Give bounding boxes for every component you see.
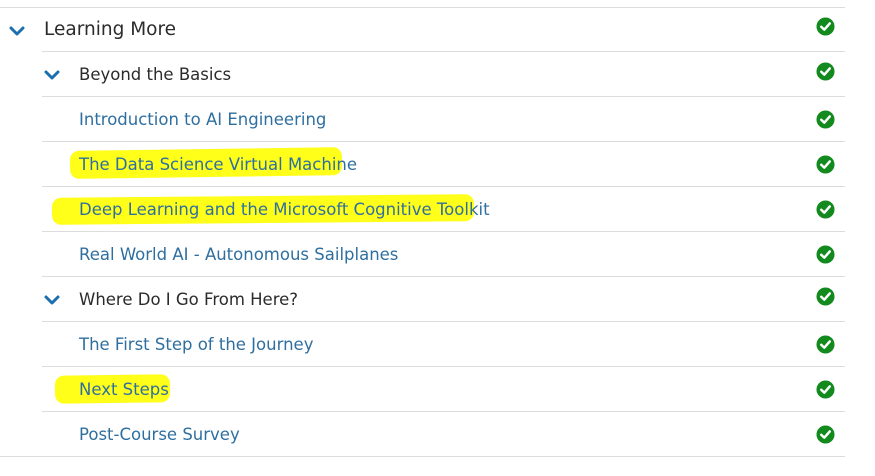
check-circle-icon (816, 155, 835, 174)
module-row-beyond-the-basics[interactable]: Beyond the Basics (0, 52, 845, 97)
check-circle-icon (816, 17, 835, 36)
check-circle-icon (816, 335, 835, 354)
check-circle-icon (816, 110, 835, 129)
divider (0, 7, 845, 8)
check-circle-icon (816, 425, 835, 444)
chevron-down-icon[interactable] (44, 294, 60, 306)
unit-row[interactable]: Real World AI - Autonomous Sailplanes (0, 232, 845, 277)
unit-row[interactable]: The First Step of the Journey (0, 322, 845, 367)
module-title: Where Do I Go From Here? (79, 290, 299, 309)
unit-link[interactable]: Deep Learning and the Microsoft Cognitiv… (79, 200, 490, 219)
course-outline-tree: Learning More Beyond the Basics Introduc… (0, 0, 875, 476)
section-title: Learning More (44, 19, 177, 40)
check-circle-icon (816, 245, 835, 264)
check-circle-icon (816, 200, 835, 219)
unit-link[interactable]: Introduction to AI Engineering (79, 110, 326, 129)
unit-row[interactable]: Introduction to AI Engineering (0, 97, 845, 142)
unit-row[interactable]: Next Steps (0, 367, 845, 412)
divider (0, 456, 845, 457)
unit-row[interactable]: Post-Course Survey (0, 412, 845, 457)
unit-link[interactable]: The Data Science Virtual Machine (79, 155, 357, 174)
section-row-learning-more[interactable]: Learning More (0, 7, 845, 52)
module-title: Beyond the Basics (79, 65, 232, 84)
unit-link[interactable]: The First Step of the Journey (79, 335, 313, 354)
unit-row[interactable]: The Data Science Virtual Machine (0, 142, 845, 187)
chevron-down-icon[interactable] (44, 69, 60, 81)
unit-link[interactable]: Real World AI - Autonomous Sailplanes (79, 245, 398, 264)
unit-row[interactable]: Deep Learning and the Microsoft Cognitiv… (0, 187, 845, 232)
unit-link[interactable]: Next Steps (79, 380, 169, 399)
module-row-where-do-i-go-from-here[interactable]: Where Do I Go From Here? (0, 277, 845, 322)
check-circle-icon (816, 287, 835, 306)
chevron-down-icon[interactable] (9, 25, 25, 37)
check-circle-icon (816, 380, 835, 399)
unit-link[interactable]: Post-Course Survey (79, 425, 240, 444)
check-circle-icon (816, 62, 835, 81)
